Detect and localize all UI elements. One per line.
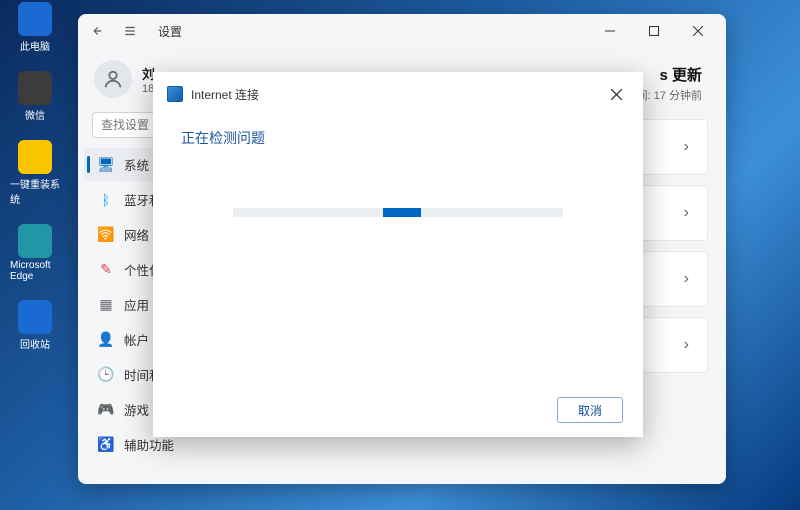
troubleshoot-dialog: Internet 连接 正在检测问题 取消 (153, 72, 643, 437)
wifi-icon: 🛜 (98, 227, 114, 243)
avatar (94, 60, 132, 98)
maximize-button[interactable] (632, 15, 676, 47)
close-button[interactable] (676, 15, 720, 47)
dialog-heading: 正在检测问题 (181, 128, 615, 148)
gaming-icon: 🎮 (98, 402, 114, 418)
apps-icon: ▦ (98, 297, 114, 313)
desktop-icon-label: 回收站 (20, 336, 50, 351)
dialog-close-button[interactable] (601, 82, 631, 106)
accessibility-icon: ♿ (98, 437, 114, 453)
desktop-icon-label: 此电脑 (20, 38, 50, 53)
network-diag-icon (167, 86, 183, 102)
cancel-button[interactable]: 取消 (557, 397, 623, 423)
bluetooth-icon: ᛒ (98, 192, 114, 208)
desktop-icon[interactable]: 回收站 (10, 300, 60, 351)
desktop-icon-label: Microsoft Edge (10, 260, 60, 282)
chevron-right-icon: › (684, 336, 689, 354)
desktop-icon-label: 微信 (25, 107, 45, 122)
accounts-icon: 👤 (98, 332, 114, 348)
desktop-icon[interactable]: 一键重装系统 (10, 140, 60, 206)
desktop-icon[interactable]: Microsoft Edge (10, 224, 60, 282)
sidebar-item-label: 系统 (124, 155, 149, 174)
chevron-right-icon: › (684, 270, 689, 288)
desktop-icon[interactable]: 此电脑 (10, 2, 60, 53)
sidebar-item-label: 应用 (124, 295, 149, 314)
chevron-right-icon: › (684, 204, 689, 222)
sidebar-item-label: 帐户 (124, 330, 149, 349)
menu-button[interactable] (118, 19, 142, 43)
dialog-title: Internet 连接 (191, 86, 259, 103)
progress-bar (233, 208, 563, 217)
window-title: 设置 (158, 23, 182, 40)
sidebar-item-label: 游戏 (124, 400, 149, 419)
progress-segment (383, 208, 421, 217)
chevron-right-icon: › (684, 138, 689, 156)
titlebar: 设置 (78, 14, 726, 48)
desktop-icon[interactable]: 微信 (10, 71, 60, 122)
time-icon: 🕒 (98, 367, 114, 383)
sidebar-item-label: 辅助功能 (124, 435, 174, 454)
personalize-icon: ✎ (98, 262, 114, 278)
minimize-button[interactable] (588, 15, 632, 47)
back-button[interactable] (84, 19, 108, 43)
desktop-icon-label: 一键重装系统 (10, 176, 60, 206)
desktop-icons: 此电脑微信一键重装系统 Microsoft Edge 回收站 (10, 0, 60, 351)
display-icon: 🖥 (98, 157, 114, 173)
